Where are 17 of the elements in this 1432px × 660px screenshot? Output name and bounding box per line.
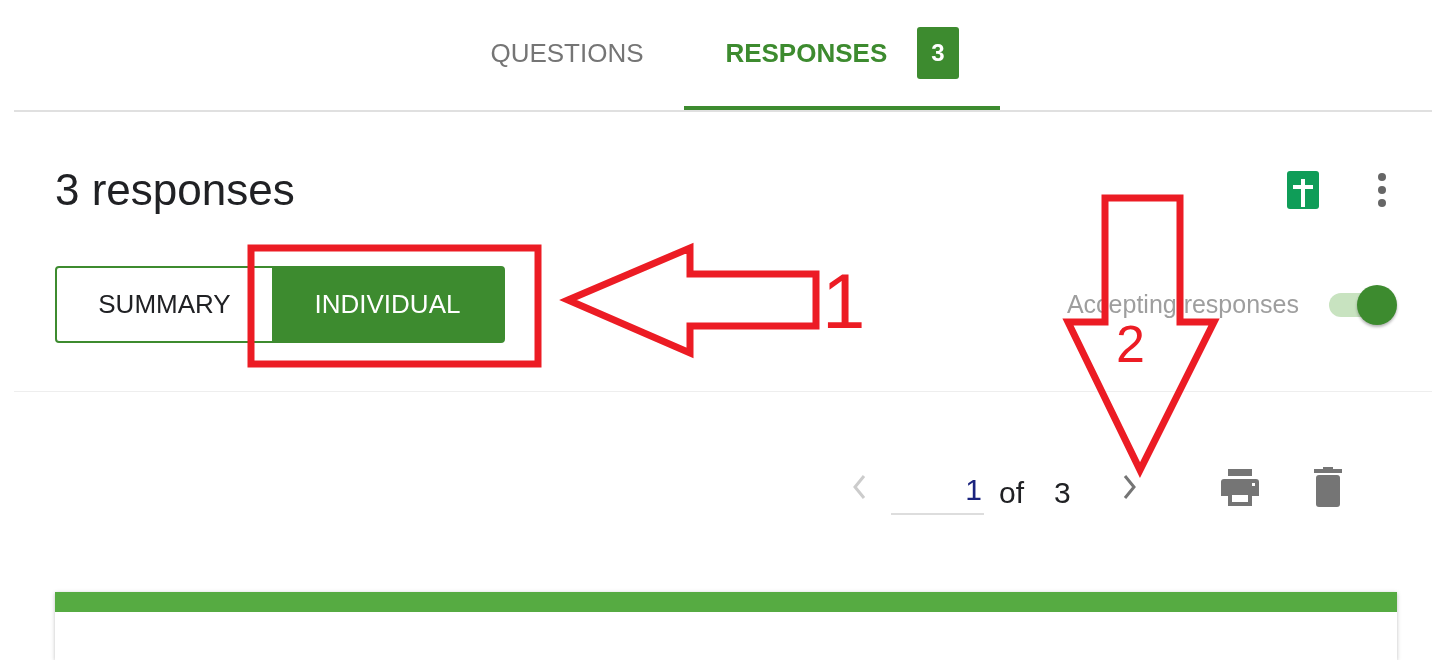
page-number-field[interactable]: 1 bbox=[891, 459, 984, 515]
count-badge: 3 bbox=[917, 27, 959, 79]
view-toggle-button[interactable]: INDIVIDUAL bbox=[272, 268, 503, 341]
view-toggle-button[interactable]: SUMMARY bbox=[57, 268, 272, 341]
page-total: 3 bbox=[1054, 476, 1071, 510]
next-chevron-icon[interactable] bbox=[1122, 474, 1137, 500]
trash-icon[interactable] bbox=[1313, 467, 1342, 507]
print-icon[interactable] bbox=[1219, 467, 1260, 507]
callout-number: 2 bbox=[1116, 318, 1145, 370]
more-options-icon[interactable] bbox=[1377, 172, 1387, 208]
tab[interactable]: RESPONSES 3 bbox=[684, 0, 1000, 110]
accepting-responses-switch[interactable] bbox=[1329, 284, 1397, 325]
callout-number: 1 bbox=[822, 262, 866, 340]
of-label: of bbox=[999, 476, 1025, 510]
responses-heading: 3 responses bbox=[55, 165, 296, 215]
spreadsheet-icon[interactable] bbox=[1287, 171, 1319, 209]
tab[interactable]: QUESTIONS bbox=[450, 0, 684, 110]
